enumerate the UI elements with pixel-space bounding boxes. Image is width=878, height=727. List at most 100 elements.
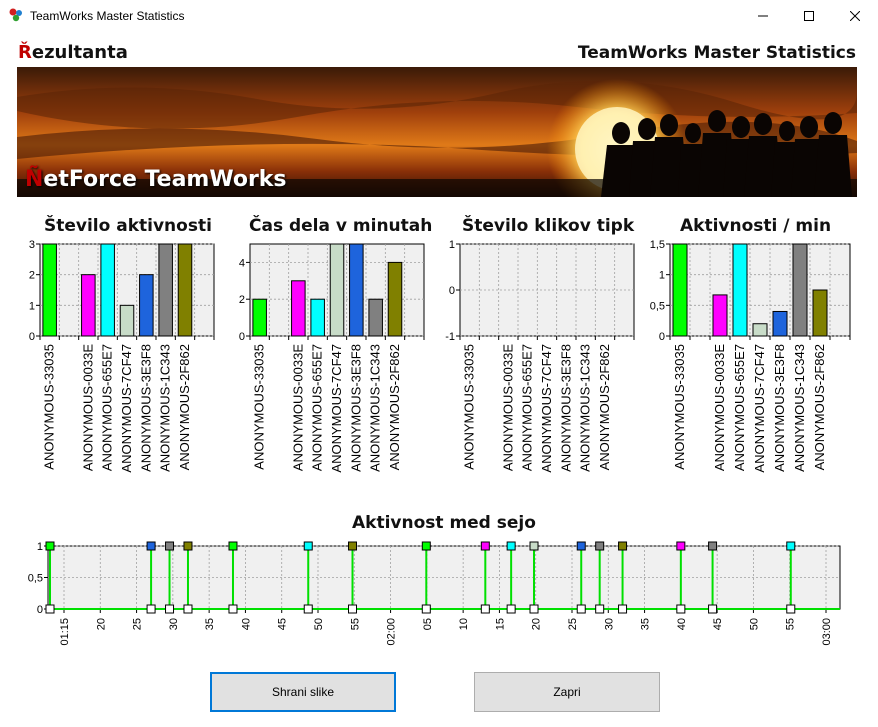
y-tick-label: 1 bbox=[659, 270, 665, 282]
x-tick-label: ANONYMOUS-0033E bbox=[80, 344, 95, 471]
x-tick-label: 03:00 bbox=[821, 618, 833, 646]
close-icon bbox=[850, 11, 860, 21]
x-tick-label: 20 bbox=[531, 618, 543, 630]
x-tick-label: ANONYMOUS-7CF47 bbox=[752, 344, 767, 473]
bar-anonymous-655e7 bbox=[310, 298, 325, 337]
logo-text: ezultanta bbox=[31, 42, 128, 63]
y-tick-label: 0 bbox=[239, 331, 245, 343]
chart-title-activity-per-min: Aktivnosti / min bbox=[680, 216, 832, 236]
activity-point-anonymous-7cf47 bbox=[529, 541, 539, 551]
y-tick-label: 1 bbox=[29, 300, 35, 312]
activity-point-anonymous-1c343 bbox=[165, 541, 175, 551]
x-tick-label: ANONYMOUS-3E3F8 bbox=[558, 344, 573, 472]
bar-anonymous-33035 bbox=[672, 243, 688, 337]
x-tick-label: ANONYMOUS-655E7 bbox=[310, 344, 325, 471]
bar-anonymous-7cf47 bbox=[329, 243, 345, 337]
activity-point-zero bbox=[595, 604, 605, 614]
activity-point-anonymous-1c343 bbox=[595, 541, 605, 551]
activity-point-zero bbox=[421, 604, 431, 614]
y-tick-label: 0 bbox=[449, 285, 455, 297]
rezultanta-logo: Řezultanta bbox=[18, 42, 128, 63]
y-tick-label: 1 bbox=[449, 239, 455, 251]
x-tick-label: 40 bbox=[240, 618, 252, 630]
x-tick-label: ANONYMOUS-33035 bbox=[462, 344, 477, 470]
bar-chart-activity-count: 0 1 2 3 ANONYMOUS-33035 ANONYMOUS-0033E ANONYM… bbox=[29, 239, 215, 473]
x-tick-label: ANONYMOUS-1C343 bbox=[792, 344, 807, 472]
chart-title-work-time: Čas dela v minutah bbox=[249, 216, 433, 236]
save-images-button[interactable]: Shrani slike bbox=[210, 672, 396, 712]
x-tick-label: ANONYMOUS-3E3F8 bbox=[348, 344, 363, 472]
chart-title-keystroke-count: Število klikov tipk bbox=[462, 216, 635, 236]
x-tick-label: 10 bbox=[458, 618, 470, 630]
bar-anonymous-2f862 bbox=[812, 289, 828, 337]
x-tick-label: ANONYMOUS-1C343 bbox=[368, 344, 383, 472]
x-tick-label: 45 bbox=[712, 618, 724, 630]
bar-chart-activity-per-min: 0 0,5 1 1,5 ANONYMOUS-33035 ANONYMOUS-0033E AN… bbox=[650, 239, 851, 473]
activity-point-zero bbox=[708, 604, 718, 614]
activity-point-anonymous-2f862 bbox=[183, 541, 193, 551]
x-tick-label: 02:00 bbox=[386, 618, 398, 646]
activity-point-anonymous-33035 bbox=[45, 541, 55, 551]
window-title: TeamWorks Master Statistics bbox=[30, 9, 185, 23]
x-tick-label: 55 bbox=[349, 618, 361, 630]
x-tick-label: ANONYMOUS-0033E bbox=[500, 344, 515, 471]
activity-point-anonymous-3e3f8 bbox=[576, 541, 586, 551]
activity-point-anonymous-655e7 bbox=[786, 541, 796, 551]
activity-point-zero bbox=[786, 604, 796, 614]
sunset-banner: ÑetForce TeamWorks bbox=[17, 67, 857, 197]
x-tick-label: 50 bbox=[748, 618, 760, 630]
activity-point-zero bbox=[183, 604, 193, 614]
bar-anonymous-2f862 bbox=[387, 261, 403, 337]
x-tick-label: ANONYMOUS-0033E bbox=[290, 344, 305, 471]
close-window-button[interactable] bbox=[832, 0, 878, 32]
bar-anonymous-0033e bbox=[291, 280, 306, 337]
bar-anonymous-3e3f8 bbox=[139, 274, 154, 337]
bar-anonymous-1c343 bbox=[158, 243, 173, 337]
y-tick-label: 0,5 bbox=[28, 573, 43, 585]
x-tick-label: ANONYMOUS-33035 bbox=[672, 344, 687, 470]
bar-anonymous-1c343 bbox=[368, 298, 383, 337]
netforce-logo-text: etForce TeamWorks bbox=[43, 167, 287, 192]
activity-point-zero bbox=[480, 604, 490, 614]
x-tick-label: ANONYMOUS-2F862 bbox=[812, 344, 827, 470]
netforce-accent-letter: Ñ bbox=[25, 167, 44, 192]
x-tick-label: 45 bbox=[277, 618, 289, 630]
bar-anonymous-7cf47 bbox=[119, 304, 135, 337]
bar-anonymous-0033e bbox=[81, 274, 96, 337]
x-tick-label: ANONYMOUS-33035 bbox=[252, 344, 267, 470]
x-tick-label: 35 bbox=[640, 618, 652, 630]
x-tick-label: ANONYMOUS-655E7 bbox=[732, 344, 747, 471]
logo-accent-letter: Ř bbox=[18, 42, 32, 63]
x-tick-label: ANONYMOUS-0033E bbox=[712, 344, 727, 471]
x-tick-label: 05 bbox=[422, 618, 434, 630]
y-tick-label: 3 bbox=[29, 239, 35, 251]
x-tick-label: 01:15 bbox=[59, 618, 71, 646]
x-tick-label: 40 bbox=[676, 618, 688, 630]
minimize-button[interactable] bbox=[740, 0, 786, 32]
bar-anonymous-7cf47 bbox=[752, 323, 768, 337]
x-tick-label: 20 bbox=[95, 618, 107, 630]
bar-chart-work-time: 0 2 4 ANONYMOUS-33035 ANONYMOUS-0033E ANONYMO… bbox=[239, 243, 425, 473]
activity-point-anonymous-33035 bbox=[228, 541, 238, 551]
activity-point-zero bbox=[303, 604, 313, 614]
y-tick-label: 4 bbox=[239, 257, 245, 269]
bar-chart-keystroke-count: -1 0 1 ANONYMOUS-33035 ANONYMOUS-0033E ANONYM… bbox=[445, 239, 635, 473]
y-tick-label: 1,5 bbox=[650, 239, 665, 251]
bar-anonymous-33035 bbox=[42, 243, 57, 337]
x-tick-label: ANONYMOUS-3E3F8 bbox=[138, 344, 153, 472]
y-tick-label: 0 bbox=[37, 604, 43, 616]
activity-point-anonymous-33035 bbox=[421, 541, 431, 551]
x-tick-label: ANONYMOUS-7CF47 bbox=[539, 344, 554, 473]
x-tick-label: ANONYMOUS-7CF47 bbox=[119, 344, 134, 473]
activity-point-zero bbox=[529, 604, 539, 614]
close-button[interactable]: Zapri bbox=[474, 672, 660, 712]
title-bar: TeamWorks Master Statistics bbox=[0, 0, 878, 32]
x-tick-label: ANONYMOUS-655E7 bbox=[520, 344, 535, 471]
activity-point-zero bbox=[146, 604, 156, 614]
activity-point-zero bbox=[45, 604, 55, 614]
maximize-button[interactable] bbox=[786, 0, 832, 32]
activity-point-anonymous-2f862 bbox=[348, 541, 358, 551]
y-tick-label: 1 bbox=[37, 541, 43, 553]
netforce-logo: ÑetForce TeamWorks bbox=[25, 167, 287, 192]
activity-point-zero bbox=[618, 604, 628, 614]
